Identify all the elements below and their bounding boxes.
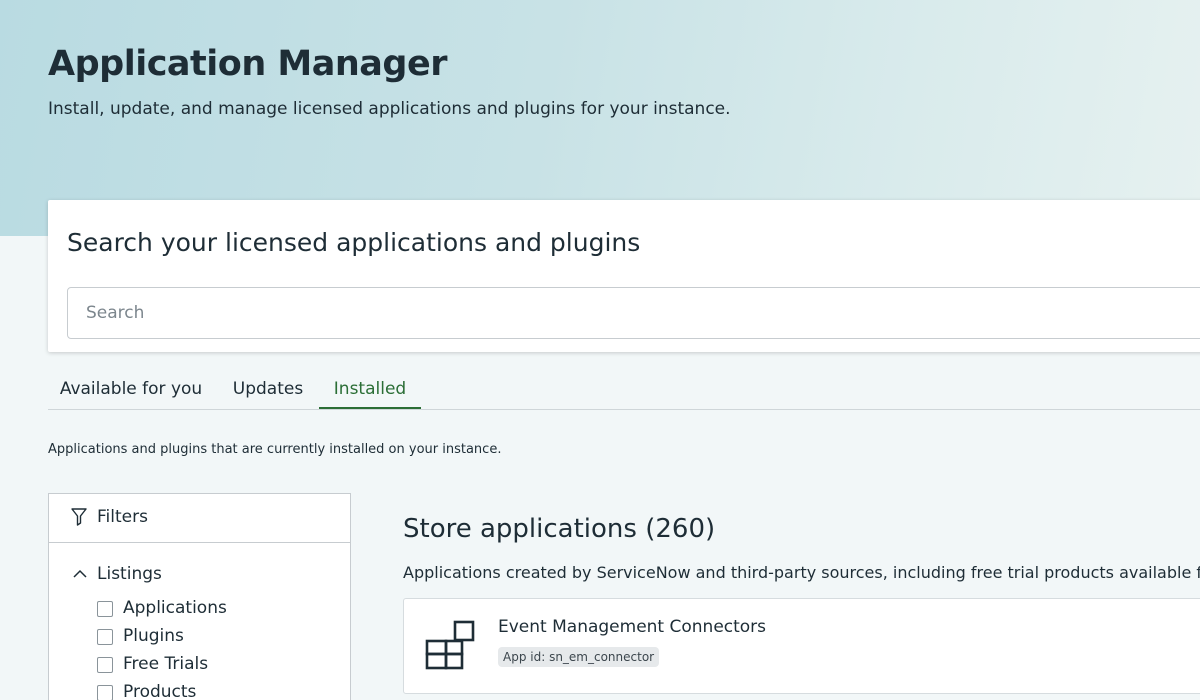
tab-updates[interactable]: Updates [218, 370, 318, 409]
filters-panel: Filters Listings Applications Plugins Fr… [48, 493, 351, 700]
store-applications-title: Store applications (260) [403, 514, 716, 544]
filter-option-label: Free Trials [123, 654, 209, 674]
tab-available-for-you[interactable]: Available for you [48, 370, 214, 409]
tab-installed[interactable]: Installed [319, 370, 421, 409]
checkbox[interactable] [97, 601, 113, 617]
search-heading: Search your licensed applications and pl… [67, 228, 641, 257]
filter-option-label: Products [123, 682, 197, 700]
store-applications-description: Applications created by ServiceNow and t… [403, 563, 1200, 582]
filter-option-label: Plugins [123, 626, 184, 646]
listings-label: Listings [97, 564, 162, 584]
app-grid-icon [425, 620, 475, 670]
chevron-up-icon [73, 569, 87, 578]
checkbox[interactable] [97, 657, 113, 673]
app-name: Event Management Connectors [498, 617, 767, 637]
checkbox[interactable] [97, 629, 113, 645]
page-title: Application Manager [48, 44, 447, 84]
search-input[interactable] [67, 287, 1200, 339]
filter-option-label: Applications [123, 598, 227, 618]
app-card[interactable]: Event Management Connectors App id: sn_e… [403, 598, 1200, 694]
app-id-badge: App id: sn_em_connector [498, 647, 660, 667]
filter-icon [71, 508, 87, 526]
application-manager-page: Application Manager Install, update, and… [0, 0, 1200, 700]
checkbox[interactable] [97, 685, 113, 700]
tab-bar: Available for you Updates Installed [48, 370, 1200, 410]
page-subtitle: Install, update, and manage licensed app… [48, 99, 731, 119]
tab-description: Applications and plugins that are curren… [48, 442, 502, 457]
filters-header: Filters [49, 494, 350, 543]
filters-title: Filters [97, 507, 148, 527]
search-card: Search your licensed applications and pl… [48, 200, 1200, 352]
